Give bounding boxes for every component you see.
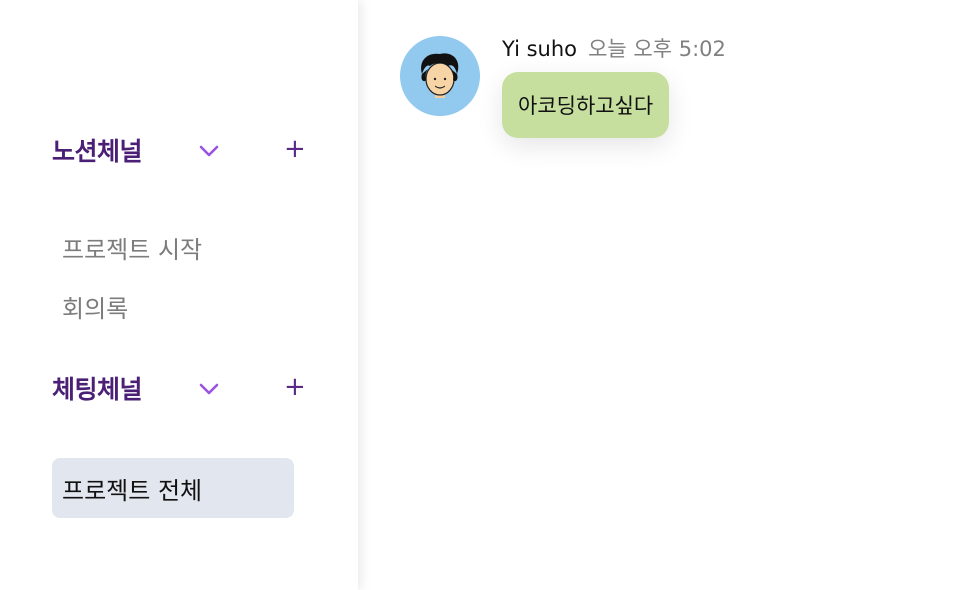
message-sender: Yi suho (502, 37, 577, 61)
user-avatar-icon[interactable] (400, 36, 480, 116)
chat-channel-title: 체팅체널 (52, 375, 143, 404)
sidebar-item-project-start[interactable]: 프로젝트 시작 (62, 230, 202, 265)
chevron-down-icon[interactable] (198, 140, 220, 162)
chat-area: Yi suho 오늘 오후 5:02 아코딩하고싶다 (358, 0, 978, 590)
message-meta: Yi suho 오늘 오후 5:02 (502, 33, 726, 63)
notion-channel-header[interactable]: 노션체널 + (52, 130, 312, 170)
chevron-down-icon[interactable] (198, 378, 220, 400)
add-notion-channel-icon[interactable]: + (284, 134, 306, 164)
notion-channel-title: 노션체널 (52, 137, 143, 166)
chat-channel-header[interactable]: 체팅체널 + (52, 368, 312, 408)
sidebar-item-project-all[interactable]: 프로젝트 전체 (52, 458, 294, 518)
add-chat-channel-icon[interactable]: + (284, 372, 306, 402)
message-bubble[interactable]: 아코딩하고싶다 (502, 72, 670, 138)
sidebar: 노션체널 + 프로젝트 시작 회의록 체팅체널 + 프로젝트 전체 (0, 0, 358, 590)
message-time: 오늘 오후 5:02 (588, 37, 726, 61)
sidebar-item-meeting-notes[interactable]: 회의록 (62, 289, 128, 324)
